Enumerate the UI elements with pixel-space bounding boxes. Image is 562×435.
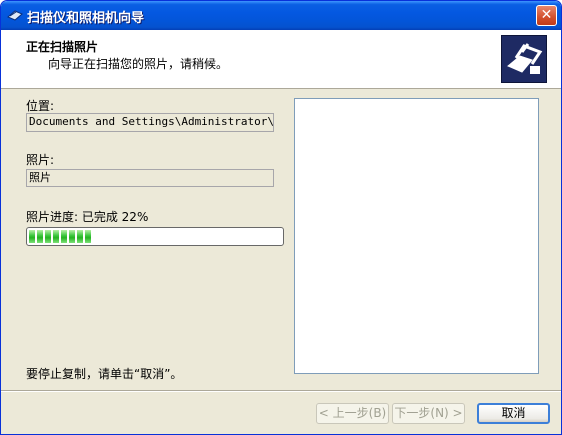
progress-segment xyxy=(45,230,51,243)
next-button[interactable]: 下一步(N) > xyxy=(392,403,465,424)
progress-segment xyxy=(85,230,91,243)
cancel-button[interactable]: 取消 xyxy=(477,403,550,424)
photo-label: 照片: xyxy=(26,153,55,167)
progress-segment xyxy=(29,230,35,243)
close-button[interactable]: ✕ xyxy=(536,5,557,26)
cancel-hint: 要停止复制，请单击“取消”。 xyxy=(26,367,183,381)
progress-segment xyxy=(77,230,83,243)
back-button[interactable]: < 上一步(B) xyxy=(316,403,389,424)
camera-scanner-icon xyxy=(501,35,547,83)
progress-fill xyxy=(29,230,91,243)
wizard-window: 扫描仪和照相机向导 ✕ 正在扫描照片 向导正在扫描您的照片，请稍候。 位置: D… xyxy=(0,0,562,435)
header-subtitle: 向导正在扫描您的照片，请稍候。 xyxy=(48,57,229,71)
photo-progress-bar xyxy=(26,227,284,246)
photo-field: 照片 xyxy=(26,169,274,187)
title-bar[interactable]: 扫描仪和照相机向导 ✕ xyxy=(1,1,561,30)
header-title: 正在扫描照片 xyxy=(26,40,99,54)
progress-segment xyxy=(37,230,43,243)
progress-label: 照片进度: 已完成 22% xyxy=(26,210,149,224)
photo-preview-pane xyxy=(294,98,539,374)
window-title: 扫描仪和照相机向导 xyxy=(27,11,145,26)
progress-segment xyxy=(53,230,59,243)
progress-segment xyxy=(61,230,67,243)
button-divider xyxy=(1,390,561,392)
wizard-header: 正在扫描照片 向导正在扫描您的照片，请稍候。 xyxy=(1,30,561,89)
location-field: Documents and Settings\Administrator\桌面 xyxy=(26,113,274,132)
location-label: 位置: xyxy=(26,99,55,113)
scanner-icon xyxy=(7,10,23,21)
progress-segment xyxy=(69,230,75,243)
